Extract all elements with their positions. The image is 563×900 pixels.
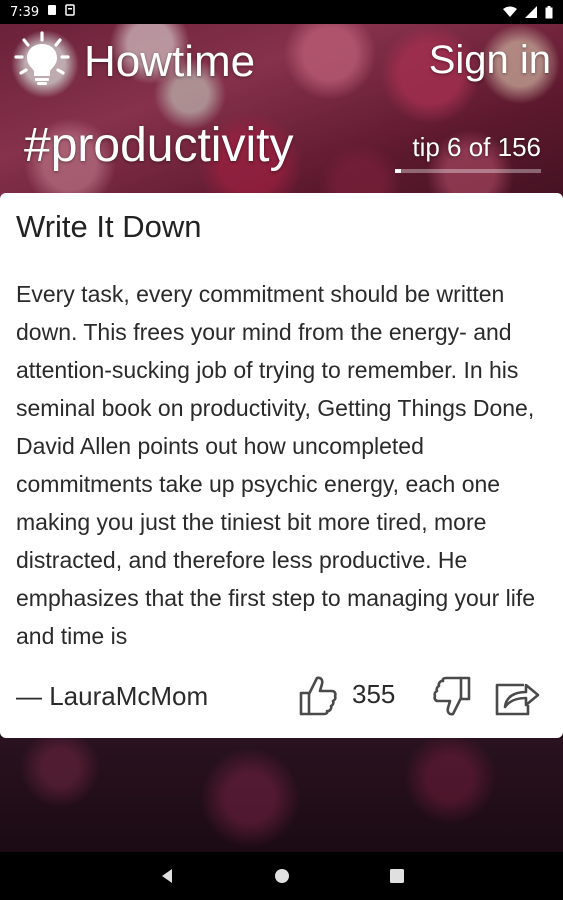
tip-card: Write It Down Every task, every commitme… — [0, 193, 563, 738]
home-circle-icon[interactable] — [274, 868, 290, 884]
tip-progress-track — [395, 169, 541, 173]
system-navigation-bar — [0, 852, 563, 900]
tip-footer: — LauraMcMom 355 — [0, 671, 563, 723]
back-triangle-icon[interactable] — [160, 868, 174, 884]
status-bar: 7:39 — [0, 0, 563, 24]
status-time: 7:39 — [10, 4, 40, 20]
share-button[interactable] — [494, 677, 540, 717]
app-brand: Howtime — [12, 30, 255, 94]
recents-square-icon[interactable] — [389, 869, 404, 883]
lightbulb-icon — [12, 30, 72, 95]
tip-body: Every task, every commitment should be w… — [16, 281, 536, 649]
thumbs-up-icon — [298, 676, 338, 721]
notification-icon — [47, 4, 57, 20]
like-count: 355 — [352, 679, 396, 709]
thumbs-down-icon — [432, 676, 472, 723]
share-icon — [494, 683, 540, 721]
tip-counter: tip 6 of 156 — [395, 132, 541, 173]
storage-icon — [65, 4, 75, 20]
like-button[interactable] — [298, 673, 338, 717]
dislike-button[interactable] — [432, 675, 472, 719]
sign-in-button[interactable]: Sign in — [429, 38, 551, 83]
tip-progress-fill — [395, 169, 401, 173]
wifi-icon — [503, 6, 517, 18]
tip-author: — LauraMcMom — [16, 681, 209, 711]
background-image-lower — [0, 738, 563, 852]
app-title: Howtime — [84, 37, 256, 86]
tip-counter-label: tip 6 of 156 — [412, 132, 541, 162]
category-hashtag: #productivity — [24, 119, 294, 172]
signal-icon — [525, 6, 537, 18]
tip-title: Write It Down — [16, 209, 202, 244]
battery-icon — [545, 5, 553, 19]
